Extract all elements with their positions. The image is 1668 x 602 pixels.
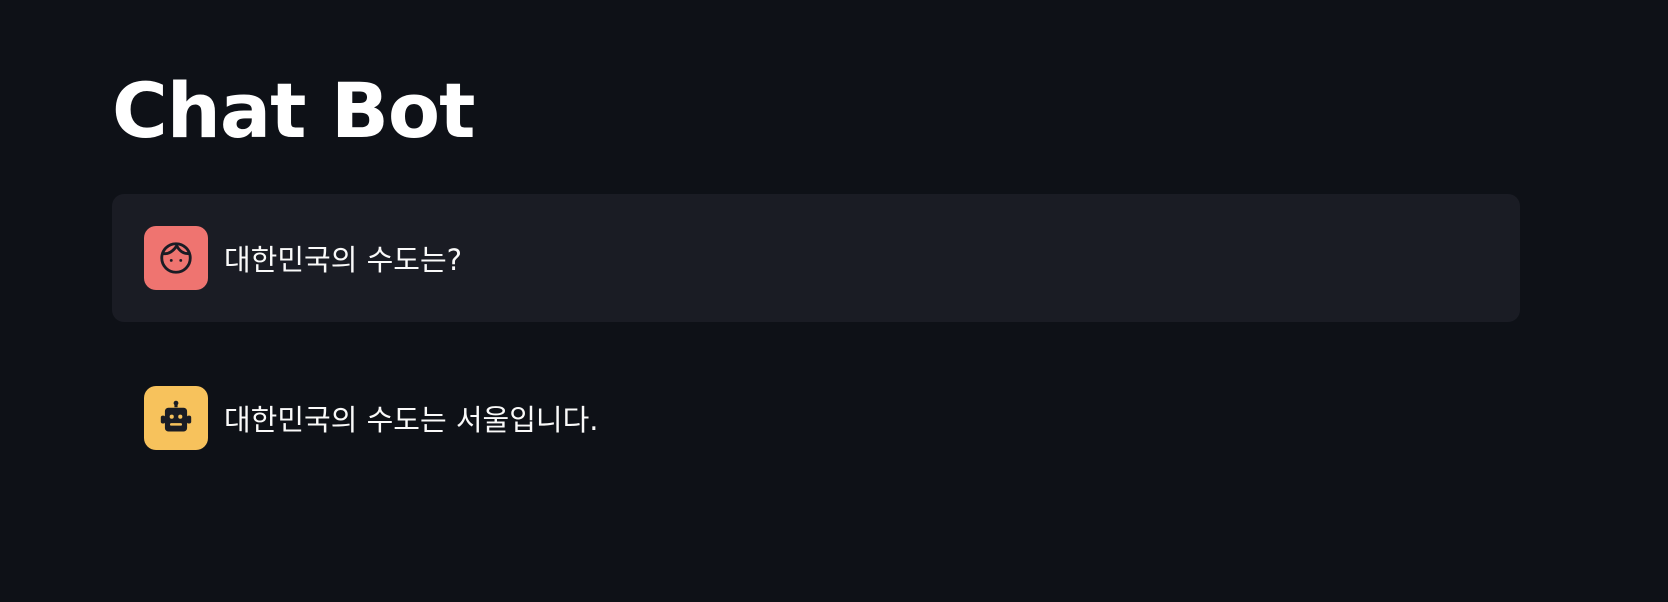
message-text: 대한민국의 수도는? [224,243,463,277]
message-text: 대한민국의 수도는 서울입니다. [224,403,599,437]
chat-message-assistant: 대한민국의 수도는 서울입니다. [112,354,1520,482]
chat-app: Chat Bot 대한민국의 수도는? 대한민국의 수도는 서울입니다. [0,0,1668,602]
face-icon [160,242,192,274]
robot-icon [160,400,192,432]
user-avatar [144,226,208,290]
chat-message-user: 대한민국의 수도는? [112,194,1520,322]
assistant-avatar [144,386,208,450]
page-title: Chat Bot [112,66,475,155]
